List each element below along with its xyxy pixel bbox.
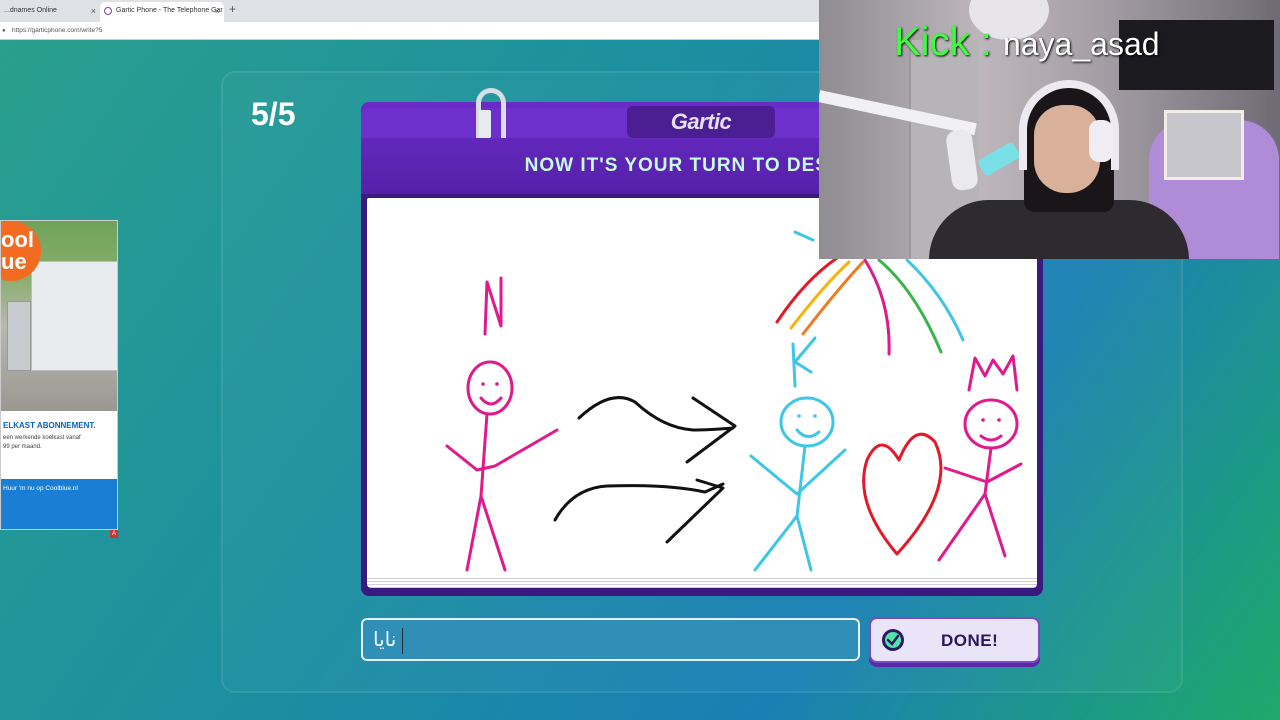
round-counter: 5/5 (251, 96, 296, 132)
webcam-mirror (1164, 110, 1244, 180)
black-arrows (553, 396, 737, 544)
red-heart (862, 432, 943, 556)
lock-icon: ● (2, 28, 6, 34)
gartic-logo: Gartic (627, 106, 775, 138)
cyan-stick-figure (749, 230, 847, 572)
pink-letter-n (483, 276, 503, 336)
ad-text-panel: ELKAST ABONNEMENT. een werkende koelkast… (1, 413, 109, 479)
text-caret (402, 627, 404, 654)
description-input[interactable]: نايا (361, 618, 860, 661)
rainbow (775, 256, 965, 356)
done-label: DONE! (941, 631, 999, 650)
ad-headline: ELKAST ABONNEMENT. (3, 421, 96, 430)
close-icon[interactable]: × (215, 2, 220, 20)
kick-separator: : (980, 20, 992, 64)
close-icon[interactable]: × (91, 2, 96, 20)
ad-fridge (7, 301, 31, 371)
webcam-overlay: Kick : naya_asad (819, 0, 1280, 259)
url-text: https://garticphone.com/write?5 (12, 27, 103, 34)
check-badge-icon (882, 629, 904, 651)
streamer-username: naya_asad (1002, 26, 1160, 62)
tab-label: Gartic Phone - The Telephone Gar (116, 7, 223, 14)
kick-label: Kick (894, 20, 970, 64)
ad-cta[interactable]: Huur 'm nu op Coolblue.nl (1, 479, 117, 529)
stream-username-overlay: Kick : naya_asad (894, 20, 1160, 65)
new-tab-button[interactable]: + (229, 2, 236, 16)
browser-tabbar: ...dnames Online × Gartic Phone - The Te… (0, 0, 820, 22)
headset-earcup (1089, 120, 1113, 162)
paper-edge (367, 576, 1037, 588)
ad-choices-badge[interactable]: A (110, 530, 118, 538)
done-button[interactable]: DONE! (869, 617, 1040, 663)
gartic-favicon-icon (104, 7, 112, 15)
ad-close-icon[interactable]: △ (110, 222, 115, 230)
pink-stick-figure-right (937, 354, 1023, 562)
ad-truck (31, 261, 117, 371)
tab-gartic[interactable]: Gartic Phone - The Telephone Gar × (100, 2, 224, 22)
address-bar[interactable]: ● https://garticphone.com/write?5 (0, 22, 820, 40)
tab-label: ...dnames Online (4, 7, 57, 14)
book-ring-clip (479, 110, 491, 138)
description-input-value: نايا (373, 627, 397, 651)
ad-subtext: een werkende koelkast vanaf 99 per maand… (3, 435, 81, 450)
tab-other[interactable]: ...dnames Online × (0, 2, 100, 22)
pink-stick-figure-left (445, 360, 559, 572)
advertisement[interactable]: ool ue △ ELKAST ABONNEMENT. een werkende… (0, 220, 118, 530)
